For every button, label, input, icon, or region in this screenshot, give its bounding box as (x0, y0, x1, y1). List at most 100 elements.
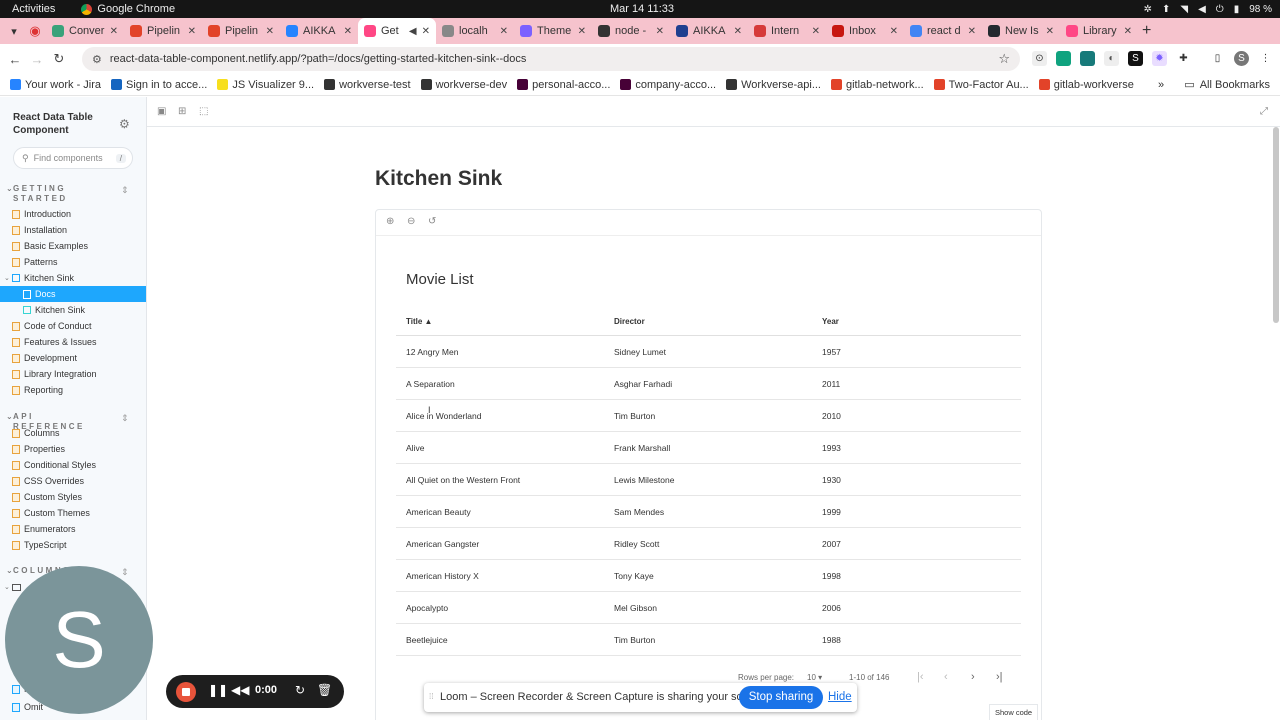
table-row[interactable]: Alive Frank Marshall 1993 (396, 432, 1021, 464)
back-button[interactable]: ← (4, 52, 26, 67)
bookmark-item[interactable]: Workverse-api... (726, 79, 821, 91)
browser-tab[interactable]: AIKKA ✕ (670, 18, 748, 44)
gear-icon[interactable]: ⚙ (119, 117, 130, 131)
sidebar-section-header[interactable]: ⌄ GETTING STARTED (6, 184, 103, 204)
sidebar-item[interactable]: Basic Examples (0, 238, 146, 254)
sidebar-item[interactable]: Development (0, 350, 146, 366)
sidebar-item[interactable]: Introduction (0, 206, 146, 222)
sidebar-item[interactable]: Columns (0, 425, 146, 441)
reload-button[interactable]: ↻ (48, 51, 70, 67)
bookmark-item[interactable]: workverse-dev (420, 79, 507, 91)
more-bookmarks-button[interactable]: » (1158, 79, 1164, 91)
close-tab-icon[interactable]: ✕ (188, 26, 196, 37)
bookmark-star-icon[interactable]: ☆ (998, 51, 1010, 67)
browser-tab[interactable]: react d ✕ (904, 18, 982, 44)
browser-tab[interactable]: Inbox ✕ (826, 18, 904, 44)
tab-search-icon[interactable]: ▾ (4, 25, 24, 38)
next-page-button[interactable]: › (971, 671, 975, 683)
table-row[interactable]: All Quiet on the Western Front Lewis Mile… (396, 464, 1021, 496)
all-bookmarks-button[interactable]: ▭ All Bookmarks (1184, 78, 1270, 92)
camera-bubble-avatar[interactable]: S (5, 566, 153, 714)
scrollbar[interactable] (1273, 127, 1279, 323)
grid-icon[interactable]: ⊞ (178, 106, 186, 117)
sidebar-item[interactable]: Docs (0, 286, 146, 302)
expand-collapse-icon[interactable]: ⇕ (121, 567, 129, 578)
chrome-menu-icon[interactable]: ⋮ (1258, 51, 1273, 66)
bookmark-item[interactable]: Two-Factor Au... (933, 79, 1029, 91)
close-tab-icon[interactable]: ✕ (812, 26, 820, 37)
extension-icon[interactable] (1080, 51, 1095, 66)
sidebar-item[interactable]: Enumerators (0, 521, 146, 537)
close-tab-icon[interactable]: ✕ (1046, 26, 1054, 37)
close-tab-icon[interactable]: ✕ (110, 26, 118, 37)
table-row[interactable]: Alice in Wonderland Tim Burton 2010 (396, 400, 1021, 432)
table-row[interactable]: American History X Tony Kaye 1998 (396, 560, 1021, 592)
column-header-director[interactable]: Director (614, 317, 645, 326)
profile-avatar[interactable]: S (1234, 51, 1249, 66)
sidebar-item[interactable]: Custom Styles (0, 489, 146, 505)
drag-handle-icon[interactable]: ⁞⁞ (429, 692, 433, 701)
close-tab-icon[interactable]: ✕ (890, 26, 898, 37)
table-row[interactable]: 12 Angry Men Sidney Lumet 1957 (396, 336, 1021, 368)
sidebar-item[interactable]: ⌄ Kitchen Sink (0, 270, 146, 286)
bookmark-item[interactable]: Sign in to acce... (111, 79, 207, 91)
zoom-reset-icon[interactable]: ↺ (428, 216, 436, 227)
extension-icon[interactable]: ◐ (1104, 51, 1119, 66)
image-icon[interactable]: ▣ (157, 106, 166, 117)
bookmark-item[interactable]: personal-acco... (517, 79, 610, 91)
table-row[interactable]: Apocalypto Mel Gibson 2006 (396, 592, 1021, 624)
last-page-button[interactable]: ›| (996, 671, 1003, 683)
sidebar-item[interactable]: Library Integration (0, 366, 146, 382)
bookmark-item[interactable]: workverse-test (324, 79, 411, 91)
column-header-year[interactable]: Year (822, 317, 839, 326)
side-panel-icon[interactable]: ▯ (1210, 51, 1225, 66)
show-code-button[interactable]: Show code (989, 704, 1039, 720)
activities-button[interactable]: Activities (12, 3, 55, 15)
close-tab-icon[interactable]: ✕ (968, 26, 976, 37)
extension-icon[interactable]: ✹ (1152, 51, 1167, 66)
close-tab-icon[interactable]: ✕ (734, 26, 742, 37)
close-tab-icon[interactable]: ✕ (1124, 26, 1132, 37)
browser-tab[interactable]: Library ✕ (1060, 18, 1138, 44)
fullscreen-icon[interactable]: ⤢ (1260, 106, 1268, 117)
bookmark-item[interactable]: gitlab-workverse (1038, 79, 1134, 91)
bookmark-item[interactable]: JS Visualizer 9... (217, 79, 314, 91)
close-tab-icon[interactable]: ✕ (500, 26, 508, 37)
close-tab-icon[interactable]: ✕ (656, 26, 664, 37)
prev-page-button[interactable]: ‹ (944, 671, 948, 683)
browser-tab[interactable]: localh ✕ (436, 18, 514, 44)
first-page-button[interactable]: |‹ (917, 671, 924, 683)
bookmark-item[interactable]: gitlab-network... (830, 79, 924, 91)
sidebar-item[interactable]: Reporting (0, 382, 146, 398)
system-tray[interactable]: ✲ ⬆ ◥ ◀ ⏻ ▮ 98 % (1144, 4, 1272, 15)
sidebar-item[interactable]: TypeScript (0, 537, 146, 553)
bookmark-item[interactable]: Your work - Jira (10, 79, 101, 91)
table-row[interactable]: A Separation Asghar Farhadi 2011 (396, 368, 1021, 400)
browser-tab[interactable]: Theme ✕ (514, 18, 592, 44)
sidebar-item[interactable]: Installation (0, 222, 146, 238)
restart-icon[interactable]: ↻ (295, 683, 305, 697)
forward-button[interactable]: → (26, 52, 48, 67)
app-menu[interactable]: Google Chrome (81, 3, 175, 15)
expand-collapse-icon[interactable]: ⇕ (121, 185, 129, 196)
sidebar-item[interactable]: Conditional Styles (0, 457, 146, 473)
expand-collapse-icon[interactable]: ⇕ (121, 413, 129, 424)
sidebar-item[interactable]: Code of Conduct (0, 318, 146, 334)
browser-tab[interactable]: Intern ✕ (748, 18, 826, 44)
sidebar-item[interactable]: Properties (0, 441, 146, 457)
sidebar-item[interactable]: Kitchen Sink (0, 302, 146, 318)
search-input[interactable]: ⚲ Find components / (13, 147, 133, 169)
browser-tab[interactable]: Pipelin ✕ (124, 18, 202, 44)
close-tab-icon[interactable]: ✕ (266, 26, 274, 37)
site-info-icon[interactable]: ⚙ (92, 53, 102, 66)
close-tab-icon[interactable]: ✕ (344, 26, 352, 37)
browser-tab[interactable]: Get ◀ ✕ (358, 18, 436, 44)
sidebar-title[interactable]: React Data Table Component (13, 111, 108, 137)
extension-icon[interactable]: S (1128, 51, 1143, 66)
browser-tab[interactable]: AIKKA ✕ (280, 18, 358, 44)
stop-sharing-button[interactable]: Stop sharing (739, 686, 823, 709)
sidebar-item[interactable]: Features & Issues (0, 334, 146, 350)
hide-button[interactable]: Hide (828, 691, 852, 703)
rewind-icon[interactable]: ◀◀ (231, 683, 249, 697)
browser-tab[interactable]: Conver ✕ (46, 18, 124, 44)
